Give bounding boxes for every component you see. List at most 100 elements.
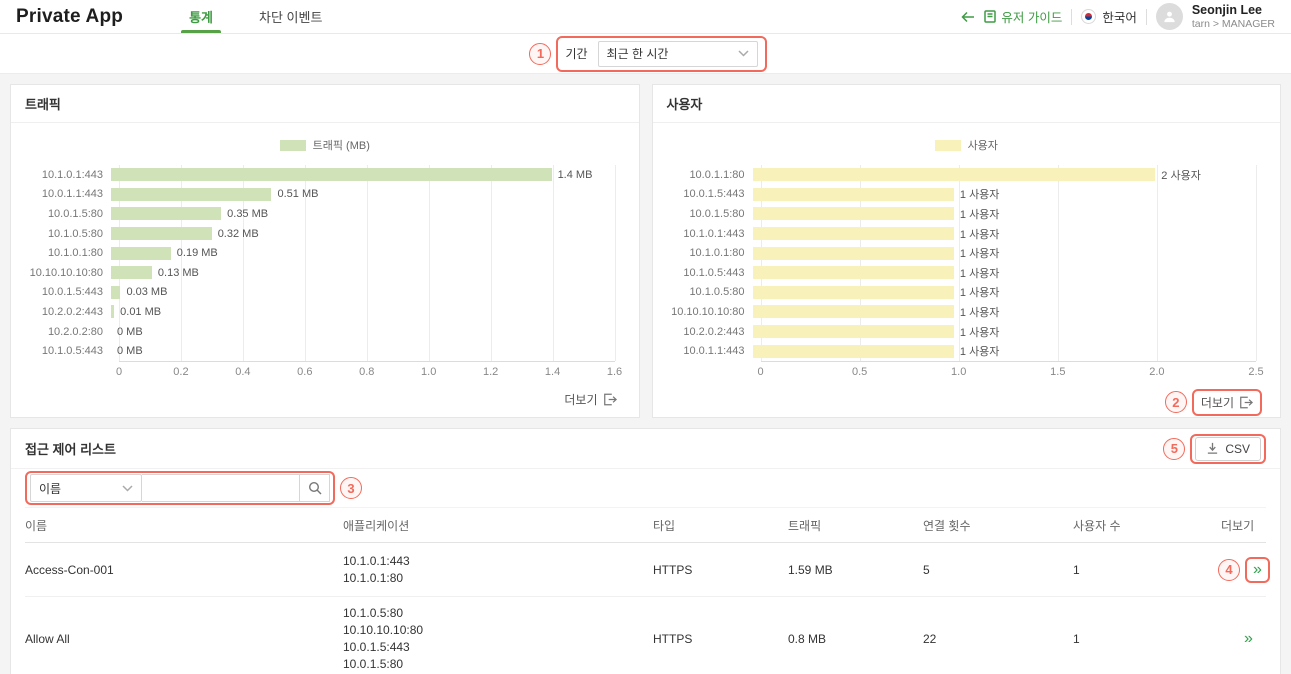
csv-export-button[interactable]: CSV bbox=[1195, 437, 1261, 461]
bar[interactable] bbox=[753, 266, 954, 279]
bar[interactable] bbox=[111, 286, 120, 299]
bar-value-label: 1 사용자 bbox=[960, 304, 1000, 320]
bar-value-label: 0 MB bbox=[117, 326, 143, 338]
application-endpoint: 10.0.1.5:443 bbox=[343, 639, 647, 656]
top-right-toolbar: 유저 가이드 한국어 Seonjin Lee tarn > MANAGER bbox=[961, 0, 1275, 33]
x-tick-label: 2.0 bbox=[1149, 366, 1164, 378]
bar-value-label: 1.4 MB bbox=[558, 169, 593, 181]
language-selector[interactable]: 한국어 bbox=[1081, 7, 1137, 26]
users-more-button[interactable]: 더보기 bbox=[1197, 392, 1257, 413]
bar-value-label: 1 사용자 bbox=[960, 265, 1000, 281]
back-button[interactable] bbox=[961, 11, 975, 23]
category-label: 10.2.0.2:443 bbox=[669, 326, 753, 338]
category-label: 10.1.0.5:443 bbox=[669, 267, 753, 279]
category-label: 10.0.1.5:80 bbox=[669, 208, 753, 220]
users-chart: 10.0.1.1:802 사용자10.0.1.5:4431 사용자10.0.1.… bbox=[669, 165, 1265, 381]
acl-users: 1 bbox=[1073, 632, 1213, 646]
open-external-icon bbox=[603, 393, 617, 406]
category-label: 10.0.1.1:443 bbox=[27, 188, 111, 200]
x-tick-label: 0.6 bbox=[297, 366, 312, 378]
search-button[interactable] bbox=[300, 474, 330, 502]
annotation-box-4: » bbox=[1245, 557, 1270, 583]
row-detail-button[interactable]: » bbox=[1241, 629, 1256, 649]
bar[interactable] bbox=[111, 188, 271, 201]
app-title: Private App bbox=[16, 6, 123, 28]
acl-connections: 22 bbox=[923, 632, 1073, 646]
category-label: 10.0.1.5:443 bbox=[669, 188, 753, 200]
bar[interactable] bbox=[753, 325, 954, 338]
user-guide-label: 유저 가이드 bbox=[1001, 7, 1062, 26]
bar-value-label: 0 MB bbox=[117, 345, 143, 357]
chart-row: 10.1.0.1:4431 사용자 bbox=[669, 224, 1265, 244]
table-row: Access-Con-00110.1.0.1:44310.1.0.1:80HTT… bbox=[25, 543, 1266, 597]
search-input[interactable] bbox=[142, 474, 300, 502]
category-label: 10.10.10.10:80 bbox=[669, 306, 753, 318]
col-type: 타입 bbox=[653, 517, 788, 534]
acl-applications: 10.1.0.5:8010.10.10.10:8010.0.1.5:44310.… bbox=[343, 605, 653, 673]
bar-value-label: 0.03 MB bbox=[126, 286, 167, 298]
annotation-1: 1 bbox=[529, 43, 551, 65]
bar-value-label: 1 사용자 bbox=[960, 284, 1000, 300]
bar[interactable] bbox=[753, 305, 954, 318]
bar-track: 0.51 MB bbox=[111, 188, 615, 201]
chevron-down-icon bbox=[122, 485, 133, 492]
legend-label: 사용자 bbox=[968, 137, 998, 153]
chart-row: 10.0.1.5:80 0.35 MB bbox=[27, 204, 623, 224]
annotation-5: 5 bbox=[1163, 438, 1185, 460]
tab-statistics[interactable]: 통계 bbox=[185, 0, 217, 33]
bar-track: 1 사용자 bbox=[753, 266, 1257, 279]
x-tick-label: 0.4 bbox=[235, 366, 250, 378]
col-application: 애플리케이션 bbox=[343, 517, 653, 534]
bar-track: 1 사용자 bbox=[753, 305, 1257, 318]
tab-block-events[interactable]: 차단 이벤트 bbox=[255, 0, 326, 33]
x-tick-label: 1.0 bbox=[951, 366, 966, 378]
bar[interactable] bbox=[753, 207, 954, 220]
bar-value-label: 1 사용자 bbox=[960, 245, 1000, 261]
bar[interactable] bbox=[111, 207, 221, 220]
csv-label: CSV bbox=[1225, 442, 1250, 456]
tab-bar: 통계 차단 이벤트 bbox=[185, 0, 326, 33]
divider bbox=[1071, 9, 1072, 25]
bar[interactable] bbox=[111, 168, 552, 181]
back-arrow-icon bbox=[961, 11, 975, 23]
bar[interactable] bbox=[111, 247, 171, 260]
traffic-more-button[interactable]: 더보기 bbox=[560, 389, 620, 410]
language-label: 한국어 bbox=[1102, 7, 1137, 26]
bar[interactable] bbox=[753, 247, 954, 260]
x-tick-label: 0.2 bbox=[173, 366, 188, 378]
row-detail-button[interactable]: » bbox=[1250, 560, 1265, 580]
bar[interactable] bbox=[111, 266, 152, 279]
users-panel-title: 사용자 bbox=[653, 85, 1281, 123]
chart-row: 10.1.0.1:4431.4 MB bbox=[27, 165, 623, 185]
annotation-box-1: 기간 최근 한 시간 bbox=[556, 36, 766, 72]
bar[interactable] bbox=[753, 286, 954, 299]
x-tick-label: 1.2 bbox=[483, 366, 498, 378]
bar[interactable] bbox=[753, 227, 954, 240]
user-guide-link[interactable]: 유저 가이드 bbox=[984, 7, 1062, 26]
bar-track: 0.32 MB bbox=[111, 227, 615, 240]
bar-value-label: 0.51 MB bbox=[277, 188, 318, 200]
acl-name: Allow All bbox=[25, 632, 343, 646]
chart-row: 10.1.0.1:801 사용자 bbox=[669, 243, 1265, 263]
acl-type: HTTPS bbox=[653, 632, 788, 646]
category-label: 10.0.1.5:80 bbox=[27, 208, 111, 220]
acl-search-row: 이름 3 bbox=[11, 469, 1280, 507]
bar[interactable] bbox=[111, 305, 114, 318]
bar[interactable] bbox=[111, 227, 212, 240]
chart-row: 10.1.0.5:800.32 MB bbox=[27, 224, 623, 244]
bar-value-label: 0.35 MB bbox=[227, 208, 268, 220]
period-select[interactable]: 최근 한 시간 bbox=[598, 41, 758, 67]
chart-row: 10.2.0.2:4431 사용자 bbox=[669, 322, 1265, 342]
bar[interactable] bbox=[753, 345, 954, 358]
avatar[interactable] bbox=[1156, 3, 1183, 30]
user-info[interactable]: Seonjin Lee tarn > MANAGER bbox=[1192, 3, 1275, 29]
bar[interactable] bbox=[753, 188, 954, 201]
bar[interactable] bbox=[753, 168, 1156, 181]
user-role: tarn > MANAGER bbox=[1192, 18, 1275, 30]
search-field-select[interactable]: 이름 bbox=[30, 474, 142, 502]
users-panel: 사용자 사용자 10.0.1.1:802 사용자10.0.1.5:4431 사용… bbox=[652, 84, 1282, 418]
acl-traffic: 1.59 MB bbox=[788, 563, 923, 577]
bar-value-label: 1 사용자 bbox=[960, 226, 1000, 242]
traffic-panel: 트래픽 트래픽 (MB) 10.1.0.1:4431.4 MB10.0.1.1:… bbox=[10, 84, 640, 418]
x-tick-label: 1.0 bbox=[421, 366, 436, 378]
